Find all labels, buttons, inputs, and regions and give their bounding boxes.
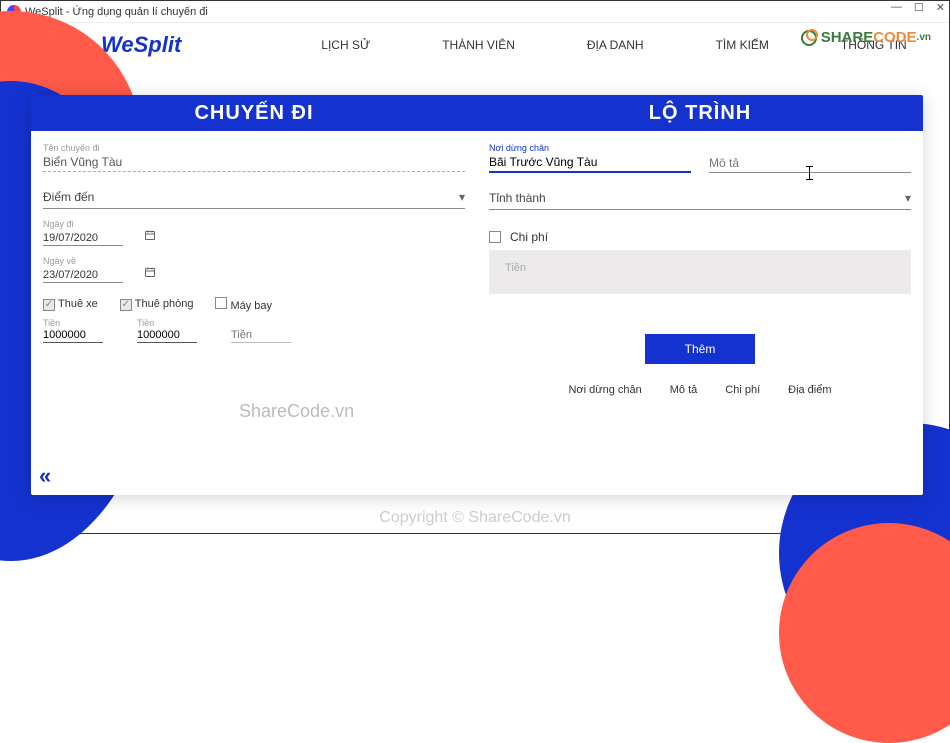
return-date-input[interactable]: 23/07/2020 xyxy=(43,268,123,283)
route-tabs: Nơi dừng chân Mô tả Chi phí Địa điểm xyxy=(489,384,911,396)
stop-input[interactable] xyxy=(489,153,691,173)
back-button[interactable]: « xyxy=(39,463,51,489)
rent-car-checkbox[interactable]: ✓Thuê xe xyxy=(43,298,98,311)
destination-select[interactable]: Điểm đến ▾ xyxy=(43,186,465,209)
depart-label: Ngày đi xyxy=(43,219,465,229)
nav-members[interactable]: THÀNH VIÊN xyxy=(442,38,515,52)
cost-money-box: Tiền xyxy=(489,250,911,294)
minimize-button[interactable]: — xyxy=(891,1,902,14)
chevron-down-icon: ▾ xyxy=(459,190,465,204)
sharecode-logo: SHARECODE.vn xyxy=(801,29,931,46)
trip-name-label: Tên chuyến đi xyxy=(43,143,465,153)
plane-checkbox[interactable]: Máy bay xyxy=(215,297,272,312)
desc-input[interactable] xyxy=(709,154,911,173)
add-button[interactable]: Thêm xyxy=(645,334,755,364)
calendar-icon[interactable] xyxy=(144,229,156,244)
money-placeholder: Tiền xyxy=(505,262,526,274)
watermark: ShareCode.vn xyxy=(239,401,354,422)
stop-label: Nơi dừng chân xyxy=(489,143,691,153)
nav-places[interactable]: ĐỊA DANH xyxy=(587,38,644,52)
province-select[interactable]: Tỉnh thành ▾ xyxy=(489,187,911,210)
money-room-input[interactable] xyxy=(137,328,197,343)
maximize-button[interactable]: ☐ xyxy=(914,1,924,14)
window-title: WeSplit - Ứng dụng quản lí chuyến đi xyxy=(25,6,208,18)
main-card: CHUYẾN ĐI LỘ TRÌNH Tên chuyến đi Điểm đế… xyxy=(31,95,923,495)
money-car-input[interactable] xyxy=(43,328,103,343)
return-label: Ngày về xyxy=(43,256,465,266)
tab-cost[interactable]: Chi phí xyxy=(725,384,760,396)
money-plane-col xyxy=(231,318,295,343)
tab-place[interactable]: Địa điểm xyxy=(788,384,831,396)
close-button[interactable]: ✕ xyxy=(936,1,945,14)
money-car-col: Tiền xyxy=(43,318,107,343)
depart-date-input[interactable]: 19/07/2020 xyxy=(43,231,123,246)
calendar-icon[interactable] xyxy=(144,266,156,281)
money-plane-input[interactable] xyxy=(231,328,291,343)
watermark-copyright: Copyright © ShareCode.vn xyxy=(1,509,949,527)
sharecode-icon xyxy=(801,30,817,46)
text-cursor-icon xyxy=(809,166,810,180)
chevron-down-icon: ▾ xyxy=(905,191,911,205)
logo: WeSplit xyxy=(101,32,181,58)
header: WeSplit LỊCH SỬ THÀNH VIÊN ĐỊA DANH TÌM … xyxy=(1,23,949,67)
tab-stop[interactable]: Nơi dừng chân xyxy=(568,384,641,396)
trip-panel: Tên chuyến đi Điểm đến ▾ Ngày đi 19/07/2… xyxy=(31,95,477,495)
tab-desc[interactable]: Mô tả xyxy=(670,384,698,396)
destination-label: Điểm đến xyxy=(43,190,94,204)
nav-search[interactable]: TÌM KIẾM xyxy=(716,38,769,52)
cost-checkbox[interactable] xyxy=(489,231,501,243)
trip-name-input[interactable] xyxy=(43,153,465,172)
rent-room-checkbox[interactable]: ✓Thuê phòng xyxy=(120,298,194,311)
nav-history[interactable]: LỊCH SỬ xyxy=(321,38,370,52)
province-label: Tỉnh thành xyxy=(489,191,546,205)
window-title-bar: WeSplit - Ứng dụng quản lí chuyến đi — ☐… xyxy=(1,1,949,23)
route-panel: Nơi dừng chân Tỉnh thành ▾ Chi phí Tiền … xyxy=(477,95,923,495)
money-room-col: Tiền xyxy=(137,318,201,343)
cost-label: Chi phí xyxy=(510,230,548,244)
